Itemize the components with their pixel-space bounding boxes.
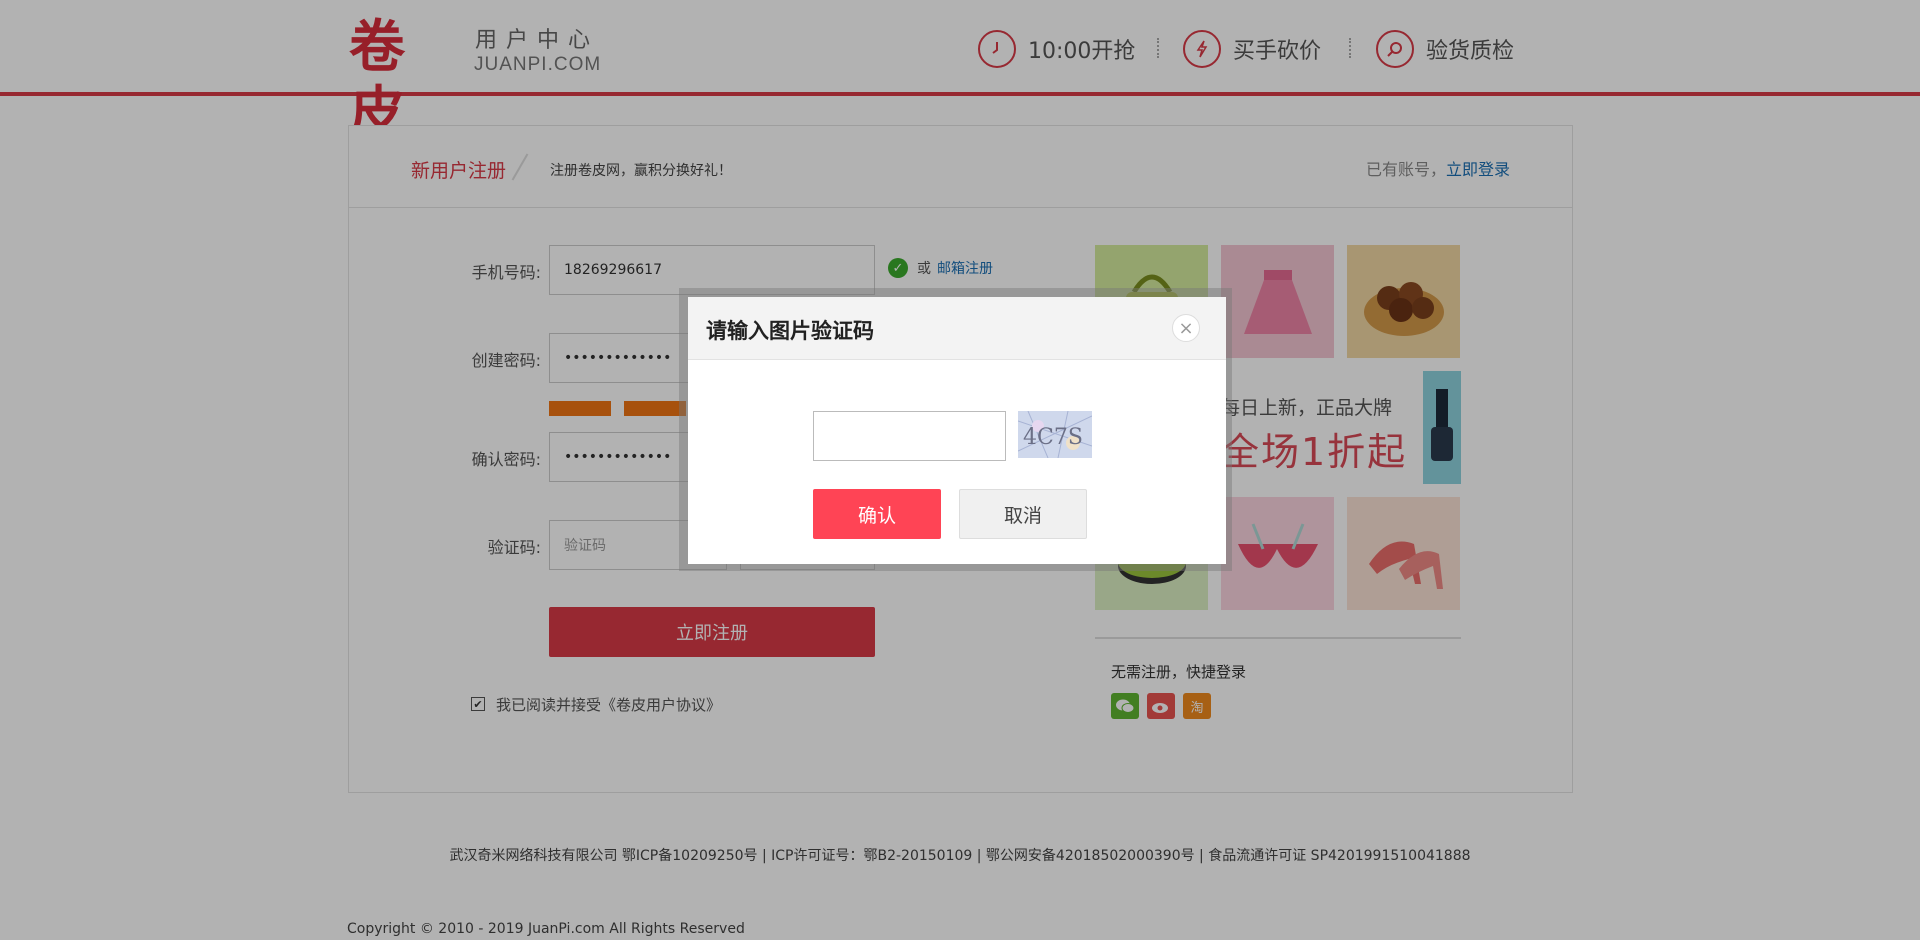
captcha-text: 4C7S (1023, 425, 1083, 450)
modal-title: 请输入图片验证码 (706, 319, 874, 343)
modal-cancel-button[interactable]: 取消 (959, 489, 1087, 539)
close-icon[interactable]: × (1172, 314, 1200, 342)
modal-confirm-button[interactable]: 确认 (813, 489, 941, 539)
modal-captcha-input[interactable] (813, 411, 1006, 461)
modal-header: 请输入图片验证码 × (688, 297, 1226, 360)
captcha-image[interactable]: 4C7S (1017, 410, 1093, 459)
captcha-modal: 请输入图片验证码 × 4C7S 确认 取消 (688, 297, 1226, 564)
